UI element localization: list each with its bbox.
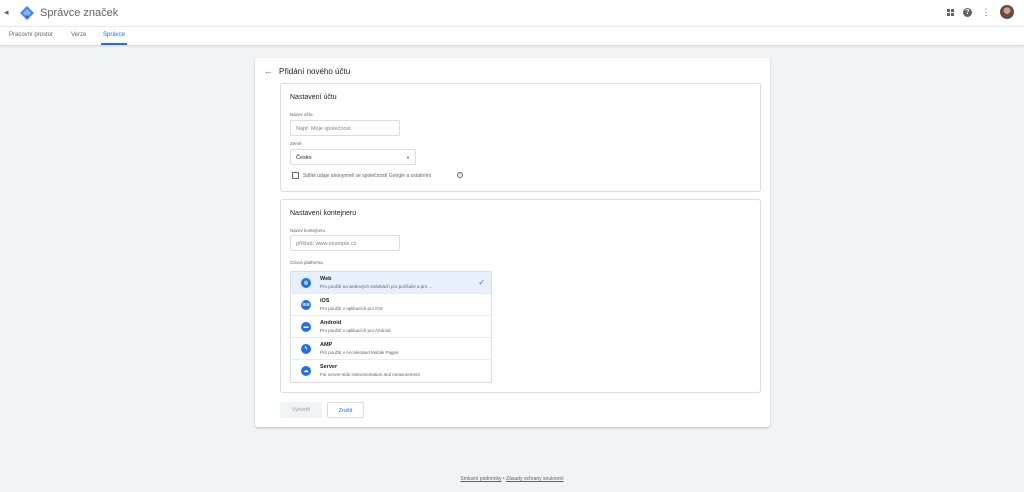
back-arrow-icon[interactable]: ◂	[4, 7, 9, 18]
target-platform-label: Cílová platforma	[290, 260, 323, 265]
section-title: Nastavení účtu	[290, 94, 337, 101]
container-name-label: Název kontejneru	[290, 228, 326, 233]
cloud-icon: ☁	[301, 366, 311, 376]
ios-icon: ios	[301, 300, 311, 310]
apps-grid-icon[interactable]	[947, 8, 955, 16]
create-button[interactable]: Vytvořit	[280, 402, 322, 418]
top-app-bar: ◂ Správce značek ? ⋮	[0, 0, 1024, 26]
container-name-input[interactable]: příklad: www.example.cz	[290, 235, 400, 251]
platform-desc: For server-side instrumentation and meas…	[320, 372, 420, 377]
tab-admin[interactable]: Správce	[103, 32, 125, 38]
platform-option-server[interactable]: ☁ Server For server-side instrumentation…	[291, 360, 491, 382]
platform-option-ios[interactable]: ios iOS Pro použití v aplikacích pro iOS	[291, 294, 491, 316]
platform-list: ◎ Web Pro použití na webových stránkách …	[290, 271, 492, 383]
footer-separator: •	[502, 476, 505, 482]
share-data-checkbox[interactable]	[292, 172, 299, 179]
new-account-card: ← Přidání nového účtu Nastavení účtu Náz…	[255, 58, 770, 427]
cancel-button[interactable]: Zrušit	[327, 402, 364, 418]
container-settings-section: Nastavení kontejneru Název kontejneru př…	[280, 199, 761, 393]
platform-option-amp[interactable]: ϟ AMP Pro použití v Accelerated Mobile P…	[291, 338, 491, 360]
privacy-link[interactable]: Zásady ochrany soukromí	[506, 476, 564, 482]
tab-workspace[interactable]: Pracovní prostor	[9, 32, 53, 38]
active-tab-indicator	[101, 43, 127, 45]
back-arrow-icon[interactable]: ←	[264, 66, 273, 76]
country-select[interactable]: Česko ▼	[290, 149, 416, 165]
app-title: Správce značek	[40, 7, 119, 19]
platform-name: Web	[320, 276, 332, 282]
country-label: Země	[290, 141, 302, 146]
account-name-label: Název účtu	[290, 112, 313, 117]
country-value: Česko	[296, 155, 312, 161]
more-vert-icon[interactable]: ⋮	[980, 7, 992, 18]
platform-option-web[interactable]: ◎ Web Pro použití na webových stránkách …	[291, 272, 491, 294]
tag-manager-logo-icon	[20, 6, 34, 20]
share-data-label: Sdílet údaje anonymně se společností Goo…	[303, 173, 431, 179]
tab-bar: Pracovní prostor Verze Správce	[0, 26, 1024, 45]
help-icon[interactable]: ?	[963, 7, 972, 17]
platform-name: iOS	[320, 298, 330, 304]
footer: Smluvní podmínky • Zásady ochrany soukro…	[0, 476, 1024, 482]
top-actions: ? ⋮	[947, 5, 1014, 19]
globe-icon: ◎	[301, 278, 311, 288]
tab-versions[interactable]: Verze	[71, 32, 86, 38]
account-name-input[interactable]: Např. Moje společnost	[290, 120, 400, 136]
platform-name: Android	[320, 320, 342, 326]
dropdown-arrow-icon: ▼	[406, 155, 410, 160]
avatar[interactable]	[1000, 5, 1014, 19]
android-icon: ▬	[301, 322, 311, 332]
platform-desc: Pro použití v aplikacích pro Android	[320, 328, 391, 333]
platform-desc: Pro použití v Accelerated Mobile Pages	[320, 350, 399, 355]
page-title: Přidání nového účtu	[279, 67, 351, 76]
platform-option-android[interactable]: ▬ Android Pro použití v aplikacích pro A…	[291, 316, 491, 338]
platform-name: AMP	[320, 342, 333, 348]
check-icon: ✓	[478, 278, 485, 287]
section-title: Nastavení kontejneru	[290, 210, 357, 217]
help-circle-icon[interactable]: ?	[457, 172, 463, 178]
terms-link[interactable]: Smluvní podmínky	[460, 476, 501, 482]
account-settings-section: Nastavení účtu Název účtu Např. Moje spo…	[280, 83, 761, 192]
platform-name: Server	[320, 364, 338, 370]
platform-desc: Pro použití v aplikacích pro iOS	[320, 306, 383, 311]
platform-desc: Pro použití na webových stránkách pro po…	[320, 284, 433, 289]
amp-icon: ϟ	[301, 344, 311, 354]
